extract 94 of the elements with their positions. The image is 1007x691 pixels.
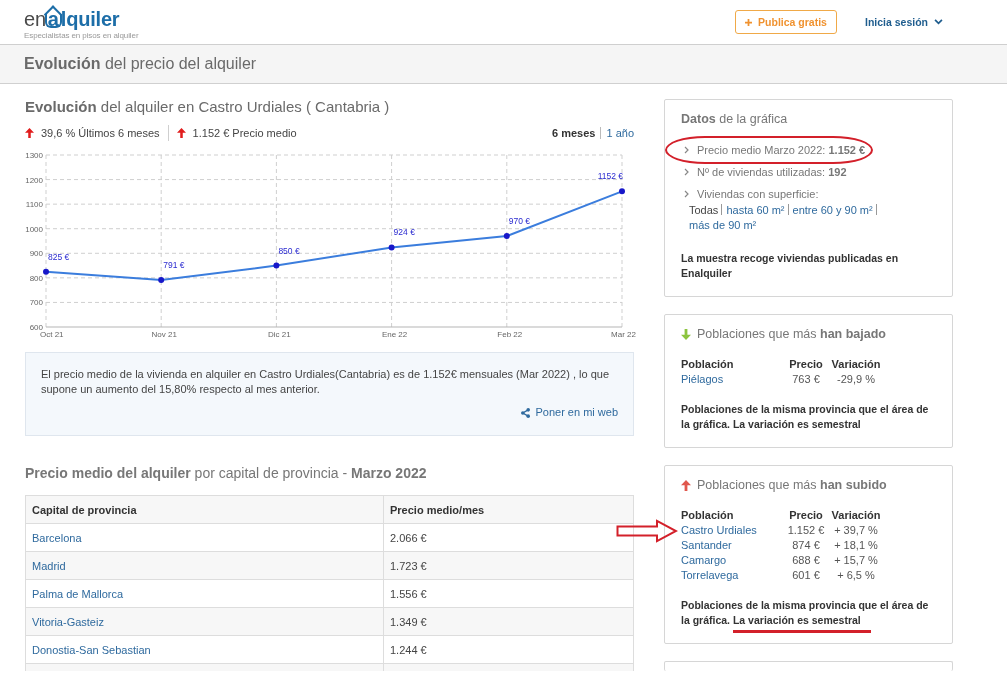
variation-text: + 18,1 % xyxy=(833,538,879,553)
filter-link[interactable]: entre 60 y 90 m² xyxy=(792,204,873,216)
y-axis-label: 800 xyxy=(29,273,43,283)
column-header: Población xyxy=(681,508,734,523)
data-item: Viviendas con superficie: xyxy=(697,187,819,202)
chevron-right-icon xyxy=(684,190,689,198)
city-link[interactable]: Barcelona xyxy=(32,531,82,544)
table-cell: 1.244 € xyxy=(383,635,634,664)
town-link[interactable]: Piélagos xyxy=(681,372,724,387)
y-axis-label: 1200 xyxy=(25,175,43,185)
panel-title: Poblaciones que más han subido xyxy=(697,478,887,493)
price-text: 688 € xyxy=(791,553,821,568)
chevron-right-icon xyxy=(684,146,689,154)
x-axis-label: Mar 22 xyxy=(611,330,636,339)
data-item: Precio medio Marzo 2022: 1.152 € xyxy=(697,143,866,158)
y-axis-label: 1100 xyxy=(25,200,43,210)
y-axis-label: 900 xyxy=(29,249,43,259)
page-title: Evolución del precio del alquiler xyxy=(24,54,257,74)
data-point xyxy=(619,188,625,195)
y-axis-label: 1000 xyxy=(25,224,43,234)
x-axis-label: Dic 21 xyxy=(268,330,291,339)
city-link[interactable]: Madrid xyxy=(32,559,66,572)
variation-text: + 6,5 % xyxy=(836,568,876,583)
y-axis-label: 700 xyxy=(29,298,43,308)
plus-icon xyxy=(745,18,753,26)
city-link[interactable]: Palma de Mallorca xyxy=(32,587,124,600)
column-header: Población xyxy=(681,357,734,372)
panel-note: Poblaciones de la misma provincia que el área de la gráfica. La variación es semestral xyxy=(681,598,930,628)
chart-heading: Evolución del alquiler en Castro Urdiales ( Cantabria ) xyxy=(25,98,391,116)
point-label: 825 € xyxy=(48,251,70,262)
x-axis-label: Ene 22 xyxy=(381,330,408,339)
period-option[interactable]: 1 año xyxy=(606,127,634,139)
data-item: Nº de viviendas utilizadas: 192 xyxy=(697,165,847,180)
point-label: 850 € xyxy=(278,245,300,256)
variation-text: -29,9 % xyxy=(836,372,876,387)
price-text: 763 € xyxy=(791,372,821,387)
data-point xyxy=(503,233,510,240)
chevron-down-icon xyxy=(934,19,943,25)
data-point xyxy=(43,268,49,275)
panel-note: Poblaciones de la misma provincia que el área de la gráfica. La variación es semestral xyxy=(681,402,930,432)
city-link[interactable]: Vitoria-Gasteiz xyxy=(32,615,104,628)
filter-link[interactable]: Todas xyxy=(689,204,719,216)
filter-link[interactable]: más de 90 m² xyxy=(689,219,757,231)
down-arrow-icon xyxy=(681,329,691,340)
period-option[interactable]: 6 meses xyxy=(552,127,596,139)
table-cell: 2.066 € xyxy=(383,523,634,552)
price-text: 1.152 € xyxy=(786,523,826,538)
embed-link[interactable]: Poner en mi web xyxy=(521,405,618,420)
tagline: Especialistas en pisos en alquiler xyxy=(24,31,139,40)
y-axis-label: 600 xyxy=(29,323,43,332)
town-link[interactable]: Camargo xyxy=(681,553,727,568)
column-header: Variación xyxy=(830,357,882,372)
up-arrow-icon xyxy=(176,128,186,138)
price-text: 874 € xyxy=(791,538,821,553)
town-link[interactable]: Santander xyxy=(681,538,732,553)
point-label: 970 € xyxy=(508,216,531,227)
point-label: 791 € xyxy=(163,260,185,271)
variation-text: + 39,7 % xyxy=(833,523,879,538)
y-axis-label: 1300 xyxy=(25,151,43,160)
up-arrow-icon xyxy=(681,480,691,491)
town-link[interactable]: Torrelavega xyxy=(681,568,739,583)
column-header: Precio xyxy=(788,508,824,523)
variation-text: + 15,7 % xyxy=(833,553,879,568)
up-arrow-icon xyxy=(25,128,34,138)
data-point xyxy=(158,277,165,284)
chevron-right-icon xyxy=(684,168,689,176)
data-point xyxy=(273,262,280,269)
stat-text: 39,6 % Últimos 6 meses xyxy=(41,127,160,139)
point-label: 1152 € xyxy=(597,171,623,182)
column-header: Capital de provincia xyxy=(25,495,384,524)
column-header: Precio medio/mes xyxy=(383,495,634,524)
x-axis-label: Nov 21 xyxy=(151,330,177,339)
column-header: Variación xyxy=(830,508,882,523)
table-title: Precio medio del alquiler por capital de provincia - Marzo 2022 xyxy=(25,464,428,482)
town-link[interactable]: Castro Urdiales xyxy=(681,523,757,538)
summary-text: El precio medio de la vivienda en alquiler en Castro Urdiales(Cantabria) es de 1.152€ mensuales (Mar 2022) , lo que supone un aumento del 15,80% respecto al mes anterior. xyxy=(41,367,611,397)
point-label: 924 € xyxy=(393,227,415,238)
stat-text: 1.152 € Precio medio xyxy=(192,127,297,139)
x-axis-label: Feb 22 xyxy=(497,330,523,339)
city-link[interactable]: Donostia-San Sebastian xyxy=(32,643,151,656)
login-link[interactable]: Inicia sesión xyxy=(864,16,943,28)
logo[interactable]: enalquiler xyxy=(24,4,120,30)
column-header: Precio xyxy=(788,357,824,372)
data-point xyxy=(388,244,395,251)
panel-note: La muestra recoge viviendas publicadas en Enalquiler xyxy=(681,251,900,281)
table-cell: 1.556 € xyxy=(383,579,634,608)
x-axis-label: Oct 21 xyxy=(40,330,64,339)
panel-title: Poblaciones que más han bajado xyxy=(697,327,886,342)
price-text: 601 € xyxy=(791,568,821,583)
panel-title: Datos de la gráfica xyxy=(681,112,789,127)
table-cell: 1.723 € xyxy=(383,551,634,580)
share-icon xyxy=(521,407,531,418)
filter-link[interactable]: hasta 60 m² xyxy=(726,204,785,216)
table-cell: 1.349 € xyxy=(383,607,634,636)
